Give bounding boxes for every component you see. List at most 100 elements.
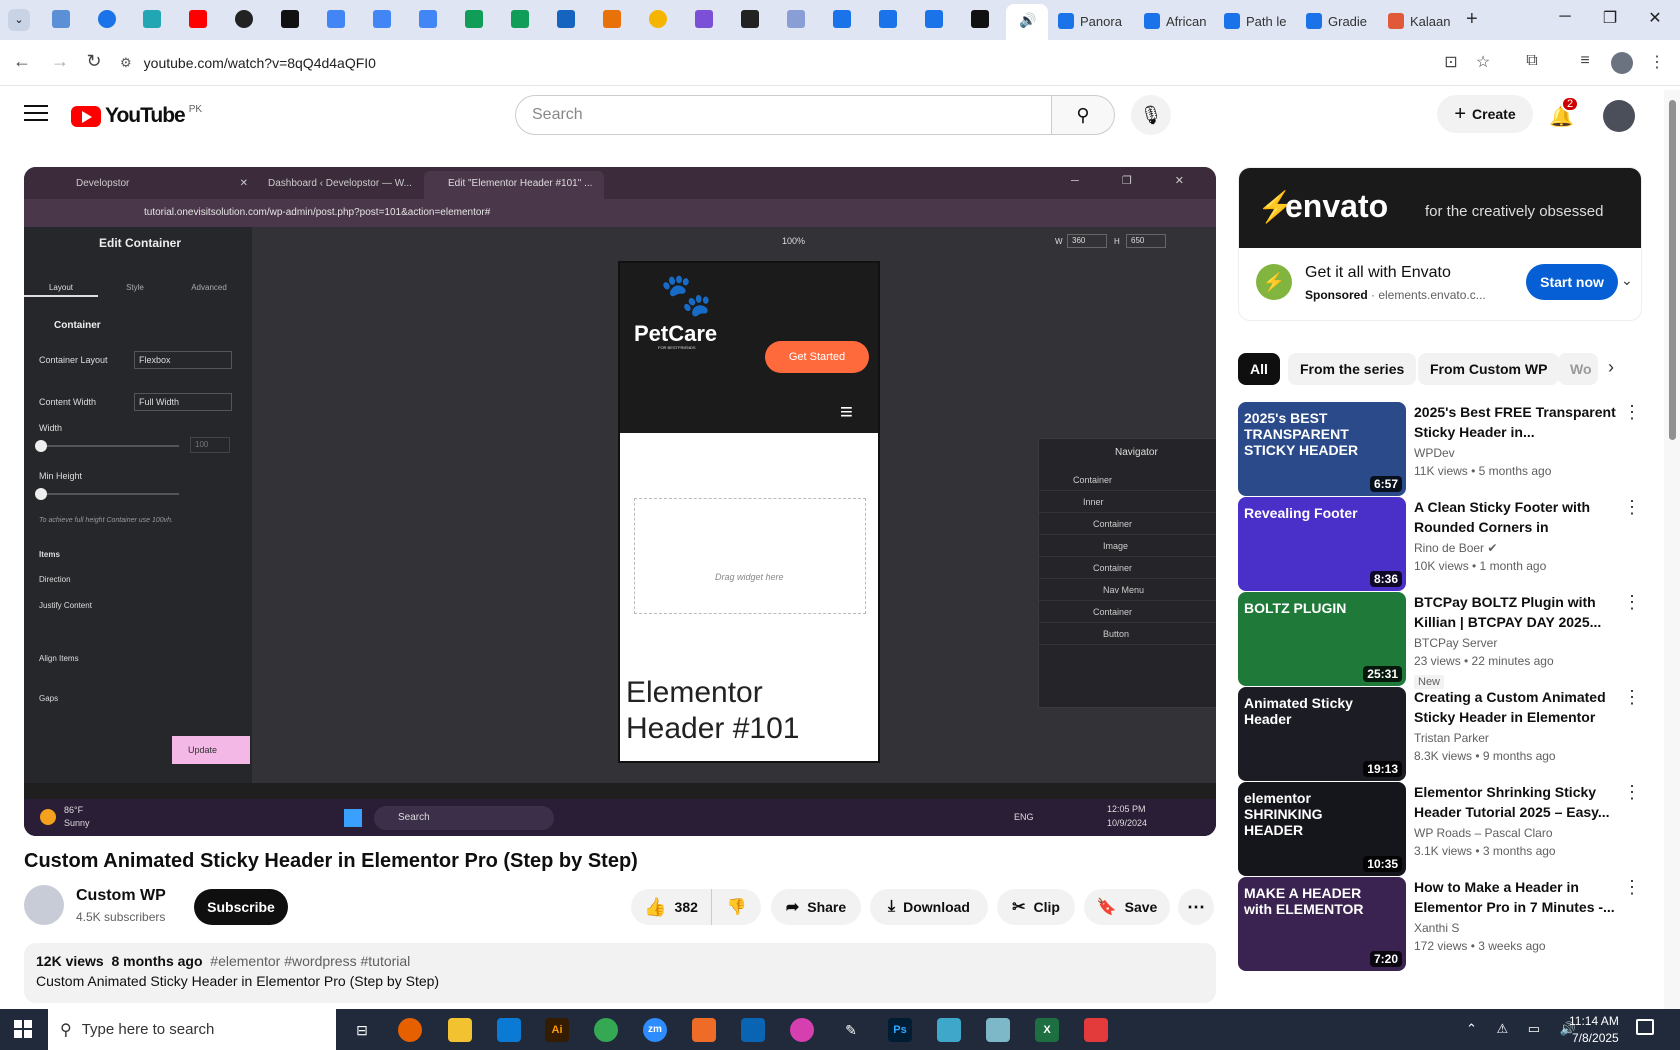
extensions-icon[interactable]: ⧉ (1521, 52, 1543, 70)
excel-icon[interactable]: X (1035, 1018, 1059, 1042)
active-tab[interactable]: 🔊 (1006, 4, 1048, 40)
tab-favicon-icon[interactable] (925, 10, 943, 28)
channel-name[interactable]: Custom WP (76, 887, 166, 905)
more-actions-button[interactable]: ⋯ (1178, 889, 1214, 925)
back-icon[interactable]: ← (10, 51, 34, 72)
minimize-button[interactable]: ─ (1550, 8, 1580, 26)
more-vert-icon[interactable]: ⋮ (1622, 592, 1642, 613)
video-thumbnail[interactable]: MAKE A HEADER with ELEMENTOR 7:20 (1238, 877, 1406, 971)
save-button[interactable]: 🔖 Save (1084, 889, 1170, 925)
tab-favicon-icon[interactable] (971, 10, 989, 28)
tab-named[interactable]: Gradie (1302, 6, 1390, 36)
address-bar[interactable]: ⚙ youtube.com/watch?v=8qQ4d4aQFI0 (120, 46, 1450, 80)
restore-button[interactable]: ❐ (1595, 8, 1625, 28)
clip-button[interactable]: ✂ Clip (997, 889, 1075, 925)
tab-favicon-icon[interactable] (787, 10, 805, 28)
more-vert-icon[interactable]: ⋮ (1622, 877, 1642, 898)
tab-favicon-icon[interactable] (235, 10, 253, 28)
recommendation-item[interactable]: 2025's BEST TRANSPARENT STICKY HEADER 6:5… (1238, 402, 1642, 496)
browser-menu-icon[interactable]: ⋮ (1646, 52, 1668, 72)
chevron-down-icon[interactable]: ⌄ (1621, 272, 1633, 289)
tab-favicon-icon[interactable] (98, 10, 116, 28)
tab-search-icon[interactable]: ⌄ (8, 9, 30, 31)
tab-favicon-icon[interactable] (879, 10, 897, 28)
recommendation-title[interactable]: 2025's Best FREE Transparent Sticky Head… (1414, 402, 1622, 442)
tab-favicon-icon[interactable] (649, 10, 667, 28)
outlook-icon[interactable] (741, 1018, 765, 1042)
illustrator-icon[interactable]: Ai (545, 1018, 569, 1042)
video-thumbnail[interactable]: 2025's BEST TRANSPARENT STICKY HEADER 6:5… (1238, 402, 1406, 496)
recommendation-title[interactable]: How to Make a Header in Elementor Pro in… (1414, 877, 1622, 917)
file-explorer-icon[interactable] (448, 1018, 472, 1042)
recommendation-title[interactable]: Creating a Custom Animated Sticky Header… (1414, 687, 1622, 727)
chip-from-channel[interactable]: From Custom WP (1418, 353, 1560, 385)
chip-from-series[interactable]: From the series (1288, 353, 1417, 385)
tab-named[interactable]: Kalaan (1384, 6, 1464, 36)
chip-all[interactable]: All (1238, 353, 1280, 385)
tab-favicon-icon[interactable] (281, 10, 299, 28)
tab-favicon-icon[interactable] (741, 10, 759, 28)
reload-icon[interactable]: ↻ (82, 51, 106, 72)
recommendation-title[interactable]: BTCPay BOLTZ Plugin with Killian | BTCPA… (1414, 592, 1622, 632)
search-button[interactable]: ⚲ (1052, 95, 1115, 135)
system-tray[interactable]: ⌃ ⚠ ▭ 🔊 (1466, 1021, 1584, 1037)
start-button[interactable] (14, 1020, 32, 1038)
install-app-icon[interactable]: ⊡ (1440, 52, 1462, 72)
page-scrollbar[interactable] (1664, 90, 1680, 1010)
tab-favicon-icon[interactable] (189, 10, 207, 28)
youtube-logo[interactable]: YouTube PK (71, 104, 202, 128)
like-button[interactable]: 👍 382 (631, 889, 711, 925)
create-button[interactable]: + Create (1437, 95, 1533, 133)
recommendation-title[interactable]: Elementor Shrinking Sticky Header Tutori… (1414, 782, 1622, 822)
zoom-icon[interactable]: zm (643, 1018, 667, 1042)
new-tab-button[interactable]: + (1466, 8, 1478, 31)
search-input[interactable]: Search (515, 95, 1052, 135)
chrome-icon[interactable] (594, 1018, 618, 1042)
recommendation-title[interactable]: A Clean Sticky Footer with Rounded Corne… (1414, 497, 1622, 537)
taskbar-clock-date[interactable]: 7/8/2025 (1572, 1031, 1619, 1045)
recommendation-item[interactable]: Animated Sticky Header 19:13 Creating a Cu… (1238, 687, 1642, 781)
sheets-icon[interactable] (465, 10, 483, 28)
tab-favicon-icon[interactable] (833, 10, 851, 28)
pen-icon[interactable]: ✎ (839, 1018, 863, 1042)
docs-icon[interactable] (419, 10, 437, 28)
vscode-icon[interactable] (497, 1018, 521, 1042)
photoshop-icon[interactable]: Ps (888, 1018, 912, 1042)
close-window-button[interactable]: ✕ (1640, 8, 1670, 28)
description-box[interactable]: 12K views 8 months ago #elementor #wordp… (24, 943, 1216, 1003)
voice-search-button[interactable]: 🎙 (1131, 95, 1171, 135)
app-icon[interactable] (1084, 1018, 1108, 1042)
tab-named[interactable]: African (1140, 6, 1228, 36)
tab-favicon-icon[interactable] (603, 10, 621, 28)
bookmark-star-icon[interactable]: ☆ (1472, 52, 1494, 72)
chevron-right-icon[interactable]: › (1608, 357, 1614, 378)
account-avatar[interactable] (1603, 100, 1635, 132)
notification-center-icon[interactable] (1636, 1019, 1654, 1035)
app-icon[interactable] (937, 1018, 961, 1042)
taskbar-clock-time[interactable]: 11:14 AM (1569, 1014, 1619, 1028)
task-view-icon[interactable]: ⊟ (350, 1018, 374, 1042)
tab-favicon-icon[interactable] (143, 10, 161, 28)
app-icon[interactable] (692, 1018, 716, 1042)
docs-icon[interactable] (373, 10, 391, 28)
profile-avatar[interactable] (1611, 52, 1633, 74)
more-vert-icon[interactable]: ⋮ (1622, 402, 1642, 423)
video-thumbnail[interactable]: Revealing Footer 8:36 (1238, 497, 1406, 591)
hashtags[interactable]: #elementor #wordpress #tutorial (210, 953, 410, 969)
recommendation-item[interactable]: BOLTZ PLUGIN 25:31 BTCPay BOLTZ Plugin wit… (1238, 592, 1642, 689)
forward-icon[interactable]: → (48, 51, 72, 72)
more-vert-icon[interactable]: ⋮ (1622, 497, 1642, 518)
app-icon[interactable] (986, 1018, 1010, 1042)
recommendation-item[interactable]: Revealing Footer 8:36 A Clean Sticky Foote… (1238, 497, 1642, 591)
channel-avatar[interactable] (24, 885, 64, 925)
firefox-icon[interactable] (398, 1018, 422, 1042)
video-thumbnail[interactable]: BOLTZ PLUGIN 25:31 (1238, 592, 1406, 686)
video-thumbnail[interactable]: elementor SHRINKING HEADER 10:35 (1238, 782, 1406, 876)
guide-menu-icon[interactable] (24, 102, 48, 122)
dislike-button[interactable]: 👎 (711, 889, 761, 925)
download-button[interactable]: ⤓ Download (870, 889, 988, 925)
tab-favicon-icon[interactable] (557, 10, 575, 28)
ad-cta-button[interactable]: Start now (1526, 264, 1618, 300)
site-info-icon[interactable]: ⚙ (120, 55, 132, 71)
tab-favicon-icon[interactable] (52, 10, 70, 28)
